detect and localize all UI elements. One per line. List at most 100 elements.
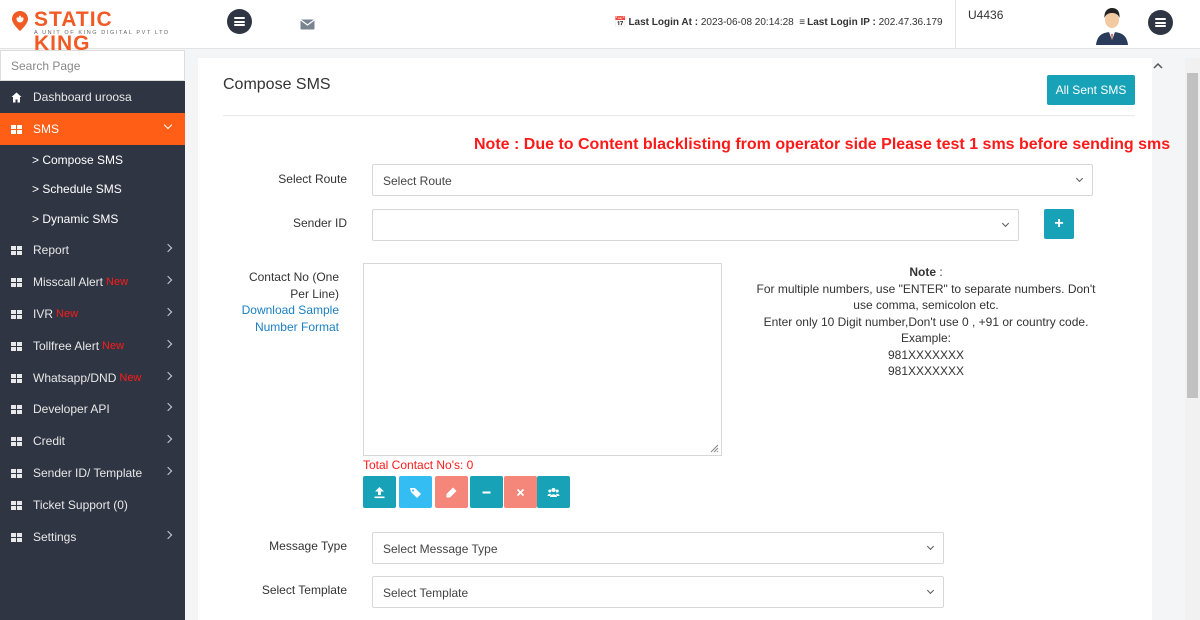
sidebar-item-whatsapp-dnd[interactable]: Whatsapp/DND New <box>0 362 185 394</box>
plus-icon: + <box>1054 215 1064 232</box>
select-route-value: Select Route <box>383 174 452 188</box>
template-value: Select Template <box>383 586 469 600</box>
scrollbar-thumb[interactable] <box>1187 73 1198 398</box>
new-badge: New <box>56 308 79 320</box>
sidebar-item-label: SMS <box>33 122 60 136</box>
sidebar-item-misscall-alert[interactable]: Misscall Alert New <box>0 266 185 298</box>
upload-icon <box>374 486 385 498</box>
sidebar-item-label: Ticket Support (0) <box>33 498 128 512</box>
chevron-right-icon <box>163 530 173 540</box>
chevron-right-icon <box>163 402 173 412</box>
chevron-right-icon <box>163 339 173 349</box>
chevron-right-icon <box>163 307 173 317</box>
menu-toggle-button[interactable] <box>227 9 252 34</box>
chevron-down-icon <box>1001 219 1010 228</box>
last-ip-value: 202.47.36.179 <box>878 17 943 28</box>
resize-grip-icon[interactable] <box>710 444 719 453</box>
sidebar-item-dashboard[interactable]: Dashboard uroosa <box>0 81 185 113</box>
chevron-down-icon <box>1075 174 1084 183</box>
contact-numbers-textarea[interactable] <box>363 263 722 456</box>
message-type-label: Message Type <box>269 539 347 553</box>
calendar-icon: 📅 <box>614 17 627 28</box>
home-icon <box>11 92 22 102</box>
grid-icon <box>11 532 22 542</box>
select-route-dropdown[interactable]: Select Route <box>372 164 1093 196</box>
sidebar-item-label: Report <box>33 243 70 257</box>
sidebar-item-label: Whatsapp/DND <box>33 371 117 385</box>
sidebar-item-label: Settings <box>33 530 77 544</box>
note-line: 981XXXXXXX <box>887 347 965 362</box>
delete-button[interactable] <box>504 476 537 508</box>
chevron-down-icon <box>926 586 935 595</box>
sidebar-item-label: Misscall Alert <box>33 275 104 289</box>
grid-icon <box>11 436 22 446</box>
chevron-right-icon <box>163 371 173 381</box>
new-badge: New <box>102 340 125 352</box>
note-line: Example: <box>900 331 952 345</box>
sidebar-item-settings[interactable]: Settings <box>0 521 185 553</box>
sidebar-subitem-schedule-sms[interactable]: > Schedule SMS <box>32 175 182 203</box>
remove-duplicates-button[interactable] <box>470 476 503 508</box>
download-sample-link[interactable]: Download Sample Number Format <box>228 302 339 335</box>
sidebar-item-developer-api[interactable]: Developer API <box>0 393 185 425</box>
page-title: Compose SMS <box>223 76 331 93</box>
search-page-input[interactable]: Search Page <box>0 50 185 81</box>
compose-sms-panel: Compose SMS All Sent SMS Note : Due to C… <box>198 58 1170 620</box>
note-line: 981XXXXXXX <box>887 364 965 378</box>
tags-button[interactable] <box>399 476 432 508</box>
sidebar-item-sender-id-template[interactable]: Sender ID/ Template <box>0 457 185 489</box>
new-badge: New <box>106 276 129 288</box>
minus-icon <box>482 491 491 493</box>
upload-button[interactable] <box>363 476 396 508</box>
grid-icon <box>11 500 22 510</box>
sidebar-item-tollfree-alert[interactable]: Tollfree Alert New <box>0 330 185 362</box>
scroll-up-icon[interactable] <box>1153 62 1163 69</box>
mail-icon[interactable] <box>300 19 315 30</box>
add-sender-id-button[interactable]: + <box>1044 209 1074 239</box>
last-login-label: Last Login At : <box>628 17 699 28</box>
grid-icon <box>11 373 22 383</box>
all-sent-sms-button[interactable]: All Sent SMS <box>1047 75 1135 105</box>
chevron-down-icon <box>163 120 173 130</box>
sidebar-item-ivr[interactable]: IVR New <box>0 298 185 330</box>
user-profile-area[interactable]: U4436 <box>955 0 1132 49</box>
template-dropdown[interactable]: Select Template <box>372 576 944 608</box>
grid-icon <box>11 341 22 351</box>
number-format-note: Note : For multiple numbers, use "ENTER"… <box>746 264 1106 380</box>
blacklist-note-text: Note : Due to Content blacklisting from … <box>474 136 1171 153</box>
select-template-label: Select Template <box>261 583 347 597</box>
blacklist-note: Note : Due to Content blacklisting from … <box>198 136 1170 154</box>
avatar[interactable] <box>1092 3 1132 45</box>
hamburger-icon <box>234 17 245 26</box>
chevron-right-icon <box>163 243 173 253</box>
total-contacts-count: Total Contact No's: 0 <box>363 458 474 472</box>
sidebar-item-credit[interactable]: Credit <box>0 425 185 457</box>
top-header: STATIC KING A UNIT OF KING DIGITAL PVT L… <box>0 0 1200 55</box>
sidebar-item-ticket-support[interactable]: Ticket Support (0) <box>0 489 185 521</box>
logo-mark-icon <box>12 11 28 31</box>
last-login-value: 2023-06-08 20:14:28 <box>700 17 794 28</box>
sidebar-item-label: Credit <box>33 434 66 448</box>
sender-id-dropdown[interactable] <box>372 209 1019 241</box>
right-menu-button[interactable] <box>1148 10 1173 35</box>
divider <box>223 115 1135 116</box>
groups-button[interactable] <box>537 476 570 508</box>
grid-icon <box>11 277 22 287</box>
sidebar-subitem-compose-sms[interactable]: > Compose SMS <box>32 146 182 174</box>
note-line: For multiple numbers, use "ENTER" to sep… <box>756 281 1096 313</box>
sidebar-subitem-dynamic-sms[interactable]: > Dynamic SMS <box>32 205 182 233</box>
message-type-value: Select Message Type <box>383 542 498 556</box>
contact-no-label: Contact No (One Per Line) Download Sampl… <box>228 269 339 335</box>
sidebar-item-report[interactable]: Report <box>0 234 185 266</box>
note-line: Enter only 10 Digit number,Don't use 0 ,… <box>763 314 1089 329</box>
user-id: U4436 <box>968 8 1004 22</box>
grid-icon <box>11 124 22 134</box>
last-ip-label: Last Login IP : <box>807 17 876 28</box>
chevron-right-icon <box>163 434 173 444</box>
sidebar-item-sms[interactable]: SMS <box>0 113 185 145</box>
grid-icon <box>11 309 22 319</box>
message-type-dropdown[interactable]: Select Message Type <box>372 532 944 564</box>
clear-button[interactable] <box>435 476 468 508</box>
brand-logo[interactable]: STATIC KING A UNIT OF KING DIGITAL PVT L… <box>10 8 175 55</box>
last-login-info: 📅 Last Login At : 2023-06-08 20:14:28 ≡ La… <box>614 17 943 28</box>
